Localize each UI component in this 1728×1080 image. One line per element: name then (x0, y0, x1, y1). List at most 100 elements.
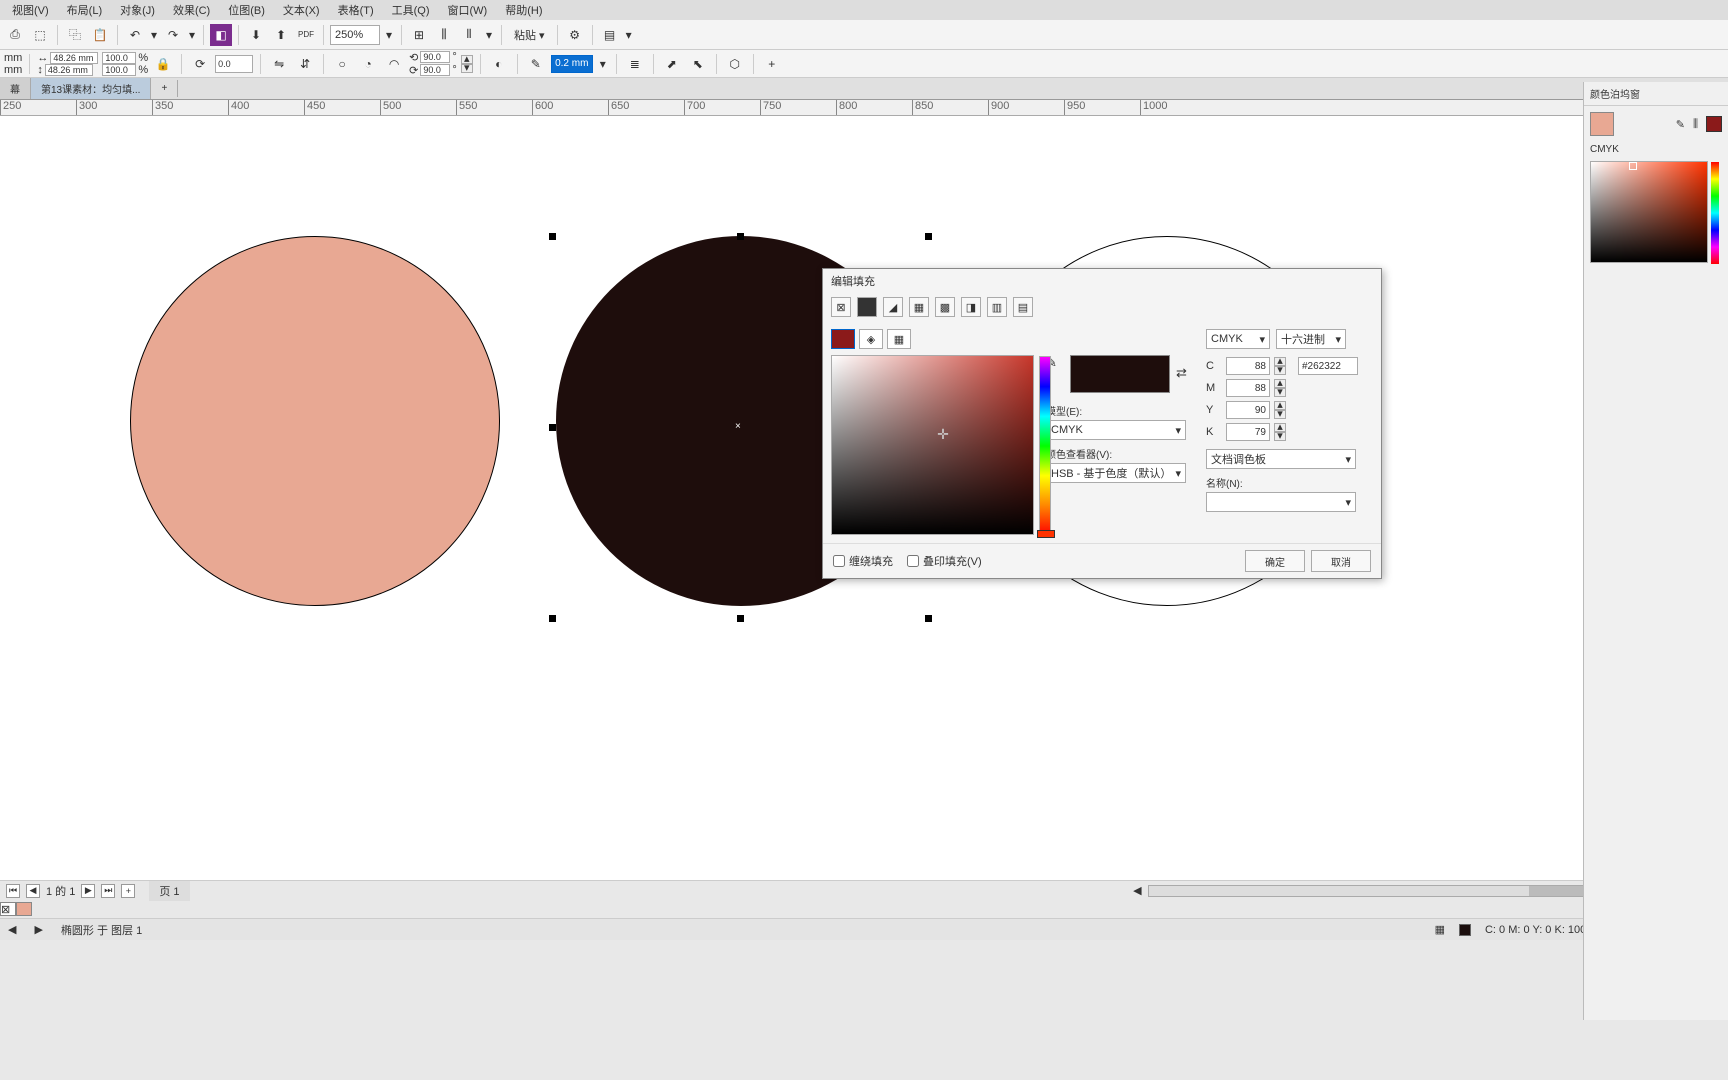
zoom-dd[interactable]: ▾ (383, 24, 395, 46)
page-prev-icon[interactable]: ◀ (26, 884, 40, 898)
direction-icon[interactable]: ◐ (488, 53, 510, 75)
pie-icon[interactable]: ◔ (357, 53, 379, 75)
options-icon[interactable]: ⚙ (564, 24, 586, 46)
launch-icon[interactable]: ◧ (210, 24, 232, 46)
rotate-icon[interactable]: ⟳ (189, 53, 211, 75)
sel-handle-ne[interactable] (925, 233, 932, 240)
width-input[interactable] (50, 52, 98, 64)
scalex-input[interactable] (102, 52, 136, 64)
hexmode-select[interactable]: 十六进制▾ (1276, 329, 1346, 349)
paste-button[interactable]: 粘贴 ▾ (508, 27, 551, 43)
page-first-icon[interactable]: ⏮ (6, 884, 20, 898)
docker-swatch2[interactable] (1706, 116, 1722, 132)
picker-tab-mixer-icon[interactable]: ◈ (859, 329, 883, 349)
menu-bitmap[interactable]: 位图(B) (220, 0, 273, 20)
sel-handle-sw[interactable] (549, 615, 556, 622)
docker-sliders-icon[interactable]: ⫼ (1693, 118, 1698, 131)
color-picker-field[interactable]: ✛ (831, 355, 1034, 535)
ellipse-pink[interactable] (130, 236, 500, 606)
status-fill-swatch[interactable] (1459, 924, 1471, 936)
docker-hue-slider[interactable] (1711, 162, 1719, 264)
menu-effects[interactable]: 效果(C) (165, 0, 218, 20)
pdf-icon[interactable]: PDF (295, 24, 317, 46)
outline-pen-icon[interactable]: ✎ (525, 53, 547, 75)
y-spinner[interactable]: ▴▾ (1274, 401, 1286, 419)
c-spinner[interactable]: ▴▾ (1274, 357, 1286, 375)
bc-none-icon[interactable]: ⊠ (0, 902, 16, 916)
undo-icon[interactable]: ↶ (124, 24, 146, 46)
angle2-input[interactable] (420, 64, 450, 76)
fill-pattern-icon[interactable]: ▦ (909, 297, 929, 317)
tab-2[interactable]: 第13课素材：均匀填... (31, 78, 151, 99)
fill-bitmap-icon[interactable]: ◨ (961, 297, 981, 317)
tab-1[interactable]: 幕 (0, 78, 31, 99)
page-last-icon[interactable]: ⏭ (101, 884, 115, 898)
import-icon[interactable]: ⬇ (245, 24, 267, 46)
cancel-button[interactable]: 取消 (1311, 550, 1371, 572)
page-next-icon[interactable]: ▶ (81, 884, 95, 898)
plus-icon[interactable]: + (761, 53, 783, 75)
docker-color-field[interactable] (1590, 161, 1708, 263)
front-icon[interactable]: ⬈ (661, 53, 683, 75)
picker-tab-solid[interactable] (831, 329, 855, 349)
scaley-input[interactable] (102, 64, 136, 76)
docker-eyedropper-icon[interactable]: ✎ (1676, 118, 1685, 131)
fill-2color-icon[interactable]: ▩ (935, 297, 955, 317)
c-input[interactable] (1226, 357, 1270, 375)
menu-tools[interactable]: 工具(Q) (384, 0, 438, 20)
wrap-text-icon[interactable]: ≣ (624, 53, 646, 75)
bc-swatch-pink[interactable] (16, 902, 32, 916)
grid-dd[interactable]: ▾ (483, 24, 495, 46)
status-prev-icon[interactable]: ◀ (8, 923, 16, 936)
convert-icon[interactable]: ⬡ (724, 53, 746, 75)
tab-add[interactable]: + (151, 80, 178, 97)
model-select[interactable]: CMYK▾ (1046, 420, 1186, 440)
menu-layout[interactable]: 布局(L) (59, 0, 110, 20)
ok-button[interactable]: 确定 (1245, 550, 1305, 572)
m-spinner[interactable]: ▴▾ (1274, 379, 1286, 397)
docker-picker-indicator[interactable] (1629, 162, 1637, 170)
fill-uniform-icon[interactable] (857, 297, 877, 317)
status-flag-icon[interactable]: ▦ (1435, 923, 1445, 936)
selection-center-icon[interactable]: × (735, 421, 741, 432)
swap-icon[interactable]: ⇄ (1176, 355, 1187, 381)
ellipse-icon[interactable]: ○ (331, 53, 353, 75)
outline-width-input[interactable] (551, 55, 593, 73)
page-tab-1[interactable]: 页 1 (149, 881, 189, 901)
mirror-h-icon[interactable]: ⇋ (268, 53, 290, 75)
sel-handle-se[interactable] (925, 615, 932, 622)
colorspace-select[interactable]: CMYK▾ (1206, 329, 1270, 349)
undo-dd[interactable]: ▾ (149, 24, 159, 46)
name-select[interactable]: ▾ (1206, 492, 1356, 512)
align-icon[interactable]: ⫼ (433, 24, 455, 46)
back-icon[interactable]: ⬉ (687, 53, 709, 75)
k-input[interactable] (1226, 423, 1270, 441)
fill-postscript-icon[interactable]: ▤ (1013, 297, 1033, 317)
fill-none-icon[interactable]: ⊠ (831, 297, 851, 317)
export-icon[interactable]: ⎙ (4, 24, 26, 46)
export2-icon[interactable]: ⬆ (270, 24, 292, 46)
viewer-select[interactable]: HSB - 基于色度（默认）▾ (1046, 463, 1186, 483)
fill-fountain-icon[interactable]: ◢ (883, 297, 903, 317)
app-launch-icon[interactable]: ▤ (599, 24, 621, 46)
app-dd[interactable]: ▾ (624, 24, 634, 46)
hue-indicator[interactable] (1037, 530, 1055, 538)
y-input[interactable] (1226, 401, 1270, 419)
picker-crosshair-icon[interactable]: ✛ (937, 428, 949, 440)
menu-help[interactable]: 帮助(H) (497, 0, 550, 20)
rotation-input[interactable] (215, 55, 253, 73)
menu-window[interactable]: 窗口(W) (440, 0, 496, 20)
status-next-icon[interactable]: ▶ (34, 923, 42, 936)
redo-icon[interactable]: ↷ (162, 24, 184, 46)
sel-handle-n[interactable] (737, 233, 744, 240)
zoom-level[interactable]: 250% (330, 25, 380, 45)
height-input[interactable] (45, 64, 93, 76)
docker-swatch[interactable] (1590, 112, 1614, 136)
page-add-icon[interactable]: + (121, 884, 135, 898)
k-spinner[interactable]: ▴▾ (1274, 423, 1286, 441)
menu-text[interactable]: 文本(X) (275, 0, 328, 20)
picker-tab-palette-icon[interactable]: ▦ (887, 329, 911, 349)
paste-icon[interactable]: 📋 (89, 24, 111, 46)
publish-icon[interactable]: ⬚ (29, 24, 51, 46)
fill-texture-icon[interactable]: ▥ (987, 297, 1007, 317)
